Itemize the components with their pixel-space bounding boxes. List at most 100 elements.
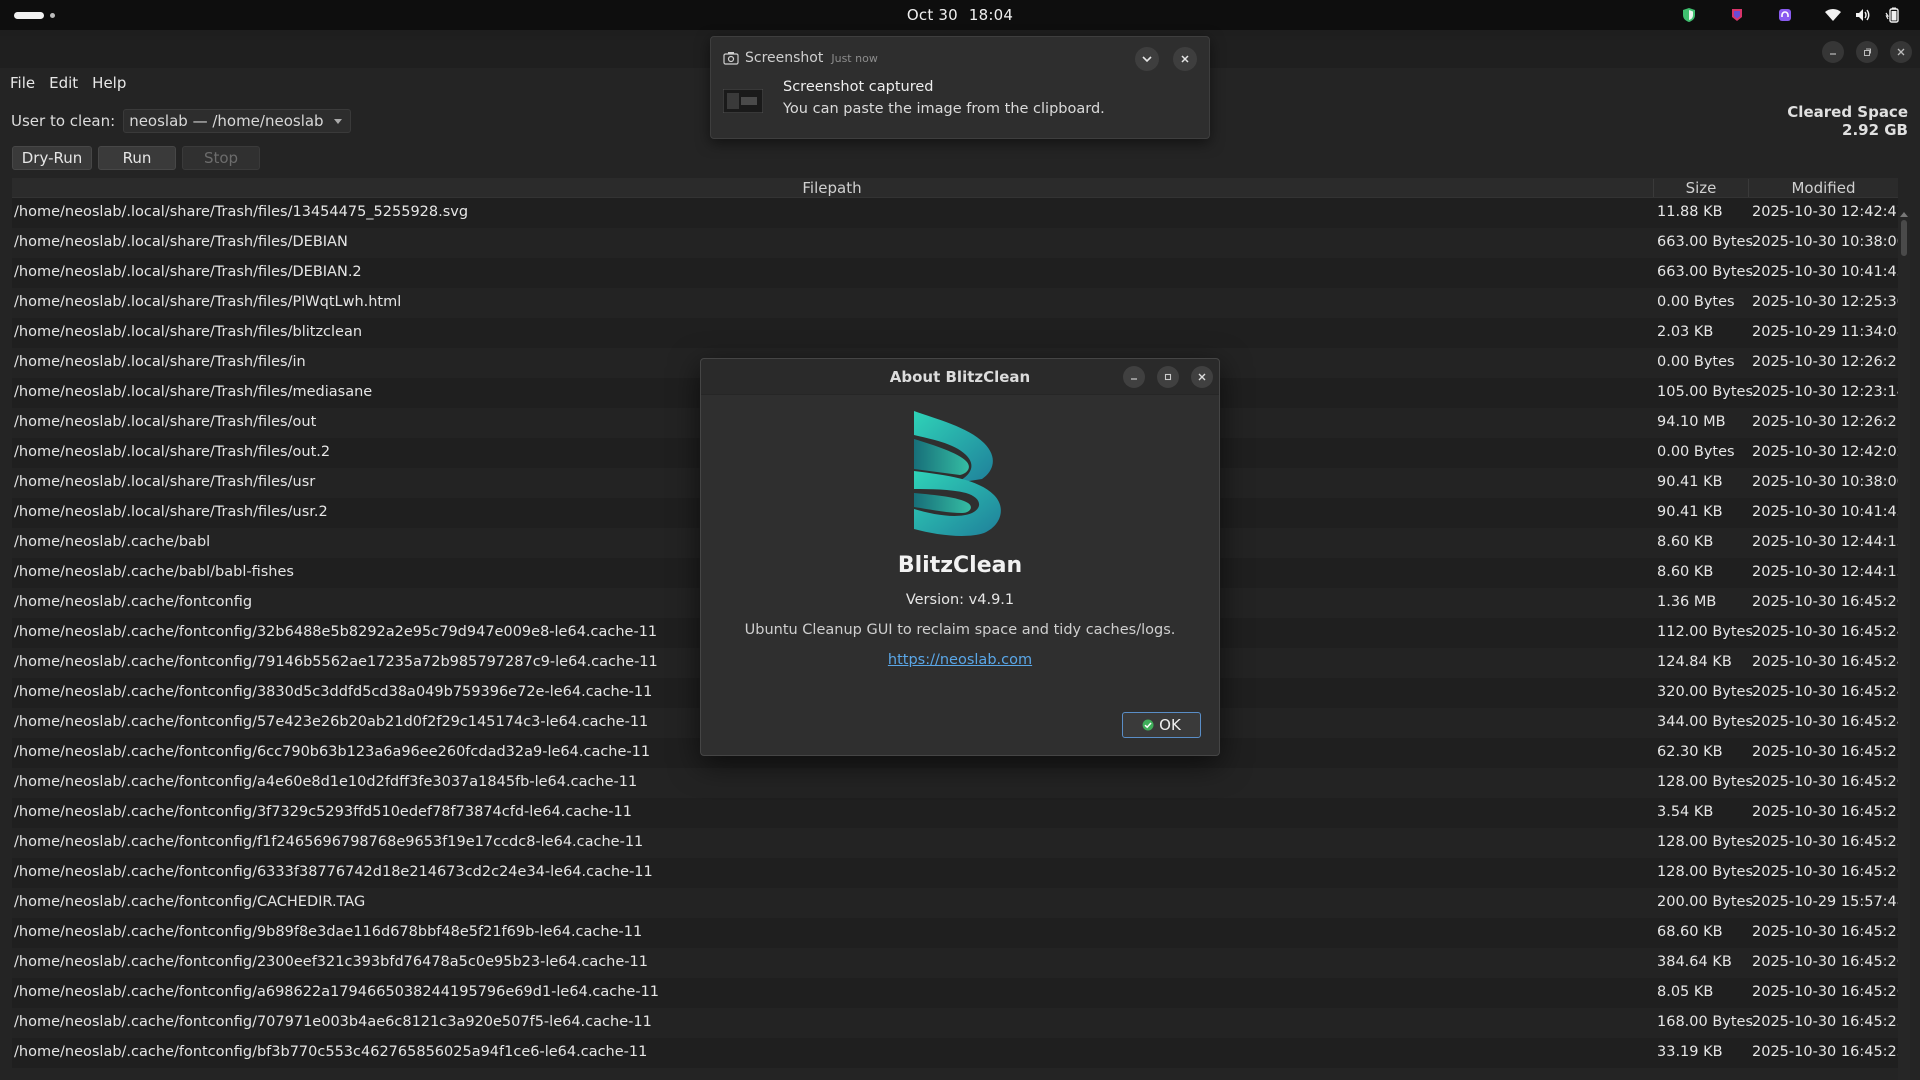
notification-body: You can paste the image from the clipboa…: [783, 101, 1105, 117]
notification-time: Just now: [831, 51, 878, 65]
table-row[interactable]: /home/neoslab/.local/share/Trash/files/D…: [12, 228, 1898, 258]
table-row[interactable]: /home/neoslab/.cache/fontconfig/3f7329c5…: [12, 798, 1898, 828]
cell-size: 8.60 KB: [1657, 564, 1714, 580]
notification-app-name: Screenshot: [745, 50, 824, 66]
table-row[interactable]: /home/neoslab/.cache/fontconfig/bf3b770c…: [12, 1038, 1898, 1068]
run-button[interactable]: Run: [98, 146, 176, 170]
headset-icon[interactable]: [1776, 6, 1794, 24]
cell-modified: 2025-10-30 16:45:25: [1752, 744, 1898, 760]
clock[interactable]: Oct 30 18:04: [0, 6, 1920, 24]
cell-modified: 2025-10-30 16:45:24: [1752, 624, 1898, 640]
top-bar: Oct 30 18:04: [0, 0, 1920, 30]
cell-modified: 2025-10-30 10:41:43: [1752, 504, 1898, 520]
column-header-modified[interactable]: Modified: [1748, 179, 1898, 197]
table-row[interactable]: /home/neoslab/.cache/fontconfig/707971e0…: [12, 1008, 1898, 1038]
cell-size: 112.00 Bytes: [1657, 624, 1754, 640]
cell-modified: 2025-10-30 16:45:25: [1752, 1014, 1898, 1030]
cell-filepath: /home/neoslab/.local/share/Trash/files/o…: [14, 444, 331, 460]
cell-filepath: /home/neoslab/.cache/fontconfig/2300eef3…: [14, 954, 648, 970]
maximize-button[interactable]: [1856, 41, 1878, 63]
cell-size: 8.60 KB: [1657, 534, 1714, 550]
dry-run-button[interactable]: Dry-Run: [12, 146, 92, 170]
about-dialog: About BlitzClean BlitzClean Version: v4.: [700, 358, 1220, 756]
about-website-link[interactable]: https://neoslab.com: [701, 652, 1219, 668]
minimize-button[interactable]: [1822, 41, 1844, 63]
cell-filepath: /home/neoslab/.cache/fontconfig/32b6488e…: [14, 624, 658, 640]
column-header-size[interactable]: Size: [1653, 179, 1748, 197]
close-button[interactable]: [1890, 41, 1912, 63]
table-row[interactable]: /home/neoslab/.cache/fontconfig/a698622a…: [12, 978, 1898, 1008]
cell-modified: 2025-10-30 10:38:00: [1752, 234, 1898, 250]
cell-size: 94.10 MB: [1657, 414, 1726, 430]
cell-filepath: /home/neoslab/.local/share/Trash/files/1…: [14, 204, 469, 220]
screenshot-notification[interactable]: Screenshot Just now Screenshot captured …: [710, 36, 1210, 139]
table-scrollbar[interactable]: [1898, 212, 1910, 1080]
cell-modified: 2025-10-30 16:45:25: [1752, 804, 1898, 820]
shield-icon[interactable]: [1680, 6, 1698, 24]
about-dialog-titlebar[interactable]: About BlitzClean: [701, 359, 1219, 395]
about-minimize-button[interactable]: [1123, 366, 1145, 388]
ok-button[interactable]: OK: [1122, 712, 1201, 738]
cell-size: 3.54 KB: [1657, 804, 1714, 820]
cell-modified: 2025-10-30 16:45:26: [1752, 774, 1898, 790]
cell-filepath: /home/neoslab/.cache/fontconfig/a4e60e8d…: [14, 774, 638, 790]
checkmark-icon: [1142, 719, 1154, 731]
chevron-down-icon: [333, 118, 342, 124]
cell-modified: 2025-10-30 16:45:24: [1752, 684, 1898, 700]
table-row[interactable]: /home/neoslab/.local/share/Trash/files/D…: [12, 258, 1898, 288]
table-row[interactable]: /home/neoslab/.cache/fontconfig/6333f387…: [12, 858, 1898, 888]
battery-icon[interactable]: [1884, 6, 1902, 24]
clock-date: Oct 30: [906, 6, 958, 24]
cell-filepath: /home/neoslab/.cache/fontconfig/9b89f8e3…: [14, 924, 643, 940]
cell-filepath: /home/neoslab/.local/share/Trash/files/u…: [14, 474, 316, 490]
menu-edit[interactable]: Edit: [49, 74, 78, 92]
screenshot-thumbnail: [723, 89, 763, 113]
cell-filepath: /home/neoslab/.local/share/Trash/files/m…: [14, 384, 373, 400]
cell-size: 62.30 KB: [1657, 744, 1723, 760]
cell-size: 168.00 Bytes: [1657, 1014, 1754, 1030]
table-row[interactable]: /home/neoslab/.local/share/Trash/files/P…: [12, 288, 1898, 318]
scrollbar-thumb[interactable]: [1901, 220, 1907, 256]
cell-filepath: /home/neoslab/.cache/fontconfig/57e423e2…: [14, 714, 649, 730]
notification-close-button[interactable]: [1173, 47, 1197, 71]
cell-filepath: /home/neoslab/.cache/fontconfig/3f7329c5…: [14, 804, 632, 820]
cell-size: 663.00 Bytes: [1657, 264, 1754, 280]
table-row[interactable]: /home/neoslab/.cache/fontconfig/9b89f8e3…: [12, 918, 1898, 948]
wifi-icon[interactable]: [1824, 6, 1842, 24]
app-indicator-icon[interactable]: [1728, 6, 1746, 24]
menu-help[interactable]: Help: [92, 74, 126, 92]
table-row[interactable]: /home/neoslab/.cache/fontconfig/f1f24656…: [12, 828, 1898, 858]
cell-size: 105.00 Bytes: [1657, 384, 1754, 400]
about-maximize-button[interactable]: [1157, 366, 1179, 388]
cell-modified: 2025-10-29 15:57:48: [1752, 894, 1898, 910]
cleared-space: Cleared Space 2.92 GB: [1787, 103, 1908, 139]
cell-modified: 2025-10-30 16:45:26: [1752, 984, 1898, 1000]
restore-icon: [1864, 48, 1871, 56]
table-row[interactable]: /home/neoslab/.cache/fontconfig/CACHEDIR…: [12, 888, 1898, 918]
cell-modified: 2025-10-30 10:38:00: [1752, 474, 1898, 490]
menu-file[interactable]: File: [10, 74, 35, 92]
user-select[interactable]: neoslab — /home/neoslab: [123, 109, 351, 133]
cell-filepath: /home/neoslab/.local/share/Trash/files/D…: [14, 234, 348, 250]
about-close-button[interactable]: [1191, 366, 1213, 388]
table-row[interactable]: /home/neoslab/.local/share/Trash/files/1…: [12, 198, 1898, 228]
cell-filepath: /home/neoslab/.cache/fontconfig/CACHEDIR…: [14, 894, 366, 910]
cell-filepath: /home/neoslab/.local/share/Trash/files/i…: [14, 354, 306, 370]
notification-title: Screenshot captured: [783, 79, 934, 95]
volume-icon[interactable]: [1854, 6, 1872, 24]
cell-size: 2.03 KB: [1657, 324, 1714, 340]
cell-filepath: /home/neoslab/.cache/fontconfig/79146b55…: [14, 654, 658, 670]
table-row[interactable]: /home/neoslab/.cache/fontconfig/a4e60e8d…: [12, 768, 1898, 798]
table-row[interactable]: /home/neoslab/.cache/fontconfig/2300eef3…: [12, 948, 1898, 978]
cell-filepath: /home/neoslab/.cache/fontconfig/6cc790b6…: [14, 744, 651, 760]
stop-button[interactable]: Stop: [182, 146, 260, 170]
cell-filepath: /home/neoslab/.cache/babl: [14, 534, 211, 550]
scroll-up-icon[interactable]: [1900, 212, 1908, 217]
table-row[interactable]: /home/neoslab/.local/share/Trash/files/b…: [12, 318, 1898, 348]
clock-time: 18:04: [968, 6, 1014, 24]
column-header-filepath[interactable]: Filepath: [12, 179, 1652, 197]
cell-modified: 2025-10-30 16:45:25: [1752, 834, 1898, 850]
notification-expand-button[interactable]: [1135, 47, 1159, 71]
cell-size: 33.19 KB: [1657, 1044, 1723, 1060]
cell-filepath: /home/neoslab/.cache/fontconfig/3830d5c3…: [14, 684, 653, 700]
